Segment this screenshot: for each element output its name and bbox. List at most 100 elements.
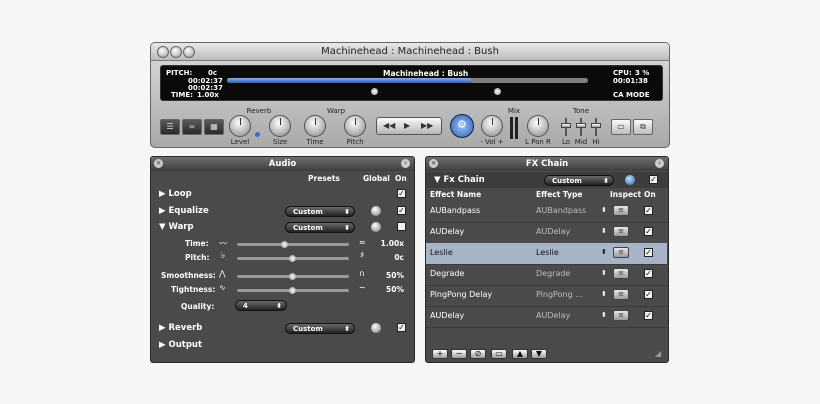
equalize-preset-select[interactable]: Custom xyxy=(285,206,355,218)
fx-effect-type[interactable]: AUDelay xyxy=(536,227,570,236)
fx-effect-type[interactable]: AUDelay xyxy=(536,311,570,320)
globe-icon[interactable] xyxy=(371,222,381,232)
volume-knob[interactable] xyxy=(481,115,503,137)
warp-time-knob[interactable] xyxy=(304,115,326,137)
globe-icon[interactable] xyxy=(625,175,635,185)
fx-row[interactable]: AUBandpass AUBandpass ⬍ ≡ ✓ xyxy=(426,201,667,223)
reverb-on-checkbox[interactable]: ✓ xyxy=(397,323,406,332)
reverb-preset-select[interactable]: Custom xyxy=(285,323,355,335)
reverb-level-knob[interactable] xyxy=(229,115,251,137)
stepper-icon[interactable]: ⬍ xyxy=(601,227,607,235)
stepper-icon[interactable]: ⬍ xyxy=(601,206,607,214)
rewind-button[interactable]: ◀◀ xyxy=(383,121,395,130)
pitch-slider[interactable] xyxy=(237,255,349,262)
loop-end-thumb[interactable] xyxy=(494,88,501,95)
reverb-section[interactable]: ▶ Reverb Custom ✓ xyxy=(151,320,414,337)
fx-on-checkbox[interactable]: ✓ xyxy=(644,269,653,278)
fx-effect-type[interactable]: Leslie xyxy=(536,248,559,257)
mid-slider-thumb[interactable] xyxy=(576,123,586,128)
inspect-button[interactable]: ≡ xyxy=(613,289,629,300)
record-button[interactable]: ⚙ xyxy=(450,114,474,138)
reverb-disclosure[interactable]: ▶ Reverb xyxy=(159,323,202,333)
fx-row[interactable]: AUDelay AUDelay ⬍ ≡ ✓ xyxy=(426,222,667,244)
globe-icon[interactable] xyxy=(371,323,381,333)
tightness-slider-thumb[interactable] xyxy=(289,287,296,294)
fx-row[interactable]: AUDelay AUDelay ⬍ ≡ ✓ xyxy=(426,306,667,328)
warp-preset-select[interactable]: Custom xyxy=(285,222,355,234)
fx-on-checkbox[interactable]: ✓ xyxy=(644,248,653,257)
fx-on-checkbox[interactable]: ✓ xyxy=(644,227,653,236)
tightness-slider[interactable] xyxy=(237,287,349,294)
fx-row[interactable]: PingPong Delay PingPong ... ⬍ ≡ ✓ xyxy=(426,285,667,307)
move-down-button[interactable]: ▼ xyxy=(531,349,547,359)
lo-slider-thumb[interactable] xyxy=(561,123,571,128)
equalize-on-checkbox[interactable]: ✓ xyxy=(397,206,406,215)
pan-knob[interactable] xyxy=(527,115,549,137)
pitch-slider-thumb[interactable] xyxy=(289,255,296,262)
zoom-window-button[interactable] xyxy=(183,46,195,58)
equalize-section[interactable]: ▶ Equalize Custom ✓ xyxy=(151,203,414,220)
hi-slider-thumb[interactable] xyxy=(591,123,601,128)
stepper-icon[interactable]: ⬍ xyxy=(601,290,607,298)
close-window-button[interactable] xyxy=(157,46,169,58)
inspect-button[interactable]: ≡ xyxy=(613,247,629,258)
fx-on-checkbox[interactable]: ✓ xyxy=(644,290,653,299)
close-icon[interactable]: × xyxy=(154,159,163,168)
fx-row[interactable]: Degrade Degrade ⬍ ≡ ✓ xyxy=(426,264,667,286)
inspect-button[interactable]: ≡ xyxy=(613,205,629,216)
expand-icon[interactable]: › xyxy=(401,159,410,168)
minimize-window-button[interactable] xyxy=(170,46,182,58)
time-slider-thumb[interactable] xyxy=(281,241,288,248)
fx-on-checkbox[interactable]: ✓ xyxy=(644,206,653,215)
expand-icon[interactable]: › xyxy=(655,159,664,168)
loop-on-checkbox[interactable]: ✓ xyxy=(397,189,406,198)
stepper-icon[interactable]: ⬍ xyxy=(601,269,607,277)
stepper-icon[interactable]: ⬍ xyxy=(601,311,607,319)
fx-effect-type[interactable]: PingPong ... xyxy=(536,290,583,299)
list-view-button[interactable]: ☰ xyxy=(160,119,180,135)
fx-on-checkbox[interactable]: ✓ xyxy=(644,311,653,320)
pitch-value: 0c xyxy=(208,69,218,77)
globe-icon[interactable] xyxy=(371,206,381,216)
warp-on-checkbox[interactable] xyxy=(397,222,406,231)
quality-select[interactable]: 4 xyxy=(235,300,287,312)
smoothness-slider[interactable] xyxy=(237,273,349,280)
inspect-button[interactable]: ≡ xyxy=(613,226,629,237)
fx-chain-preset-select[interactable]: Custom xyxy=(544,175,614,187)
window-mode-button[interactable]: ▭ xyxy=(611,119,631,135)
fx-effect-type[interactable]: AUBandpass xyxy=(536,206,586,215)
track-progress-bar[interactable] xyxy=(227,78,588,83)
add-effect-button[interactable]: + xyxy=(432,349,448,359)
loop-section[interactable]: ▶ Loop ✓ xyxy=(151,187,414,204)
fx-row-selected[interactable]: Leslie Leslie ⬍ ≡ ✓ xyxy=(426,243,667,265)
fx-chain-disclosure[interactable]: ▼ Fx Chain xyxy=(434,175,485,185)
output-disclosure[interactable]: ▶ Output xyxy=(159,340,202,350)
time-slider[interactable] xyxy=(237,241,349,248)
inspect-button[interactable]: ≡ xyxy=(613,310,629,321)
smoothness-slider-thumb[interactable] xyxy=(289,273,296,280)
open-folder-button[interactable]: ▭ xyxy=(491,349,507,359)
warp-disclosure[interactable]: ▼ Warp xyxy=(159,222,194,232)
equalize-disclosure[interactable]: ▶ Equalize xyxy=(159,206,209,216)
inspect-button[interactable]: ≡ xyxy=(613,268,629,279)
remove-effect-button[interactable]: − xyxy=(451,349,467,359)
clear-effects-button[interactable]: ⊘ xyxy=(470,349,486,359)
meter-view-button[interactable]: ▦ xyxy=(204,119,224,135)
move-up-button[interactable]: ▲ xyxy=(512,349,528,359)
stepper-icon[interactable]: ⬍ xyxy=(601,248,607,256)
loose-wave-icon: ∼ xyxy=(359,283,366,292)
play-button[interactable]: ▶ xyxy=(404,121,410,130)
fullscreen-button[interactable]: ⧉ xyxy=(633,119,653,135)
loop-view-button[interactable]: ∞ xyxy=(182,119,202,135)
close-icon[interactable]: × xyxy=(429,159,438,168)
resize-grip-icon[interactable]: ◢ xyxy=(655,349,661,358)
fx-chain-on-checkbox[interactable]: ✓ xyxy=(649,175,658,184)
fx-effect-type[interactable]: Degrade xyxy=(536,269,570,278)
loop-disclosure[interactable]: ▶ Loop xyxy=(159,189,192,199)
fast-forward-button[interactable]: ▶▶ xyxy=(421,121,433,130)
reverb-size-knob[interactable] xyxy=(269,115,291,137)
loop-start-thumb[interactable] xyxy=(371,88,378,95)
warp-pitch-knob[interactable] xyxy=(344,115,366,137)
warp-section[interactable]: ▼ Warp Custom xyxy=(151,219,414,236)
output-section[interactable]: ▶ Output xyxy=(151,337,414,354)
